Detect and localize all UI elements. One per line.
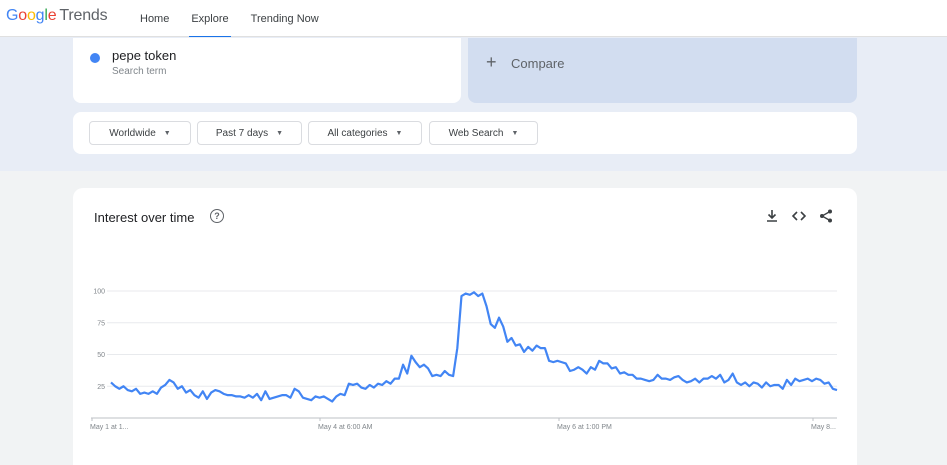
filter-category-label: All categories	[327, 127, 388, 139]
y-tick-label: 50	[97, 352, 105, 359]
search-term-name[interactable]: pepe token	[112, 48, 176, 63]
filter-time-range[interactable]: Past 7 days ▼	[197, 121, 302, 145]
plus-icon: +	[486, 52, 497, 72]
y-tick-label: 25	[97, 384, 105, 391]
filter-search-type[interactable]: Web Search ▼	[429, 121, 538, 145]
caret-down-icon: ▼	[163, 129, 171, 137]
logo-google-text: Google	[6, 7, 57, 24]
x-tick-label: May 6 at 1:00 PM	[557, 424, 612, 431]
x-axis-ticks: May 1 at 1... May 4 at 6:00 AM May 6 at 1:…	[90, 418, 836, 431]
caret-down-icon: ▼	[395, 129, 403, 137]
interest-over-time-card: Interest over time ? 25 50 75 100 May 1 at …	[73, 188, 857, 465]
x-tick-label: May 8...	[811, 424, 836, 431]
filter-category[interactable]: All categories ▼	[308, 121, 422, 145]
filter-bar: Worldwide ▼ Past 7 days ▼ All categories ▼ …	[73, 112, 857, 154]
y-axis-ticks: 25 50 75 100	[93, 289, 105, 391]
top-bar: Google Trends Home Explore Trending Now	[0, 0, 947, 38]
interest-line-chart: 255075100 May 1 at 1... May 4 at 6:00 AM M…	[90, 289, 838, 431]
google-trends-logo[interactable]: Google Trends	[6, 7, 108, 25]
main-nav: Home Explore Trending Now	[130, 0, 331, 38]
filter-time-label: Past 7 days	[215, 127, 269, 139]
interest-series-line	[110, 291, 838, 403]
caret-down-icon: ▼	[276, 129, 284, 137]
logo-trends-text: Trends	[59, 7, 108, 24]
search-term-type: Search term	[112, 66, 167, 77]
search-term-card[interactable]: pepe token Search term	[73, 38, 461, 103]
compare-label: Compare	[511, 56, 565, 71]
x-tick-label: May 1 at 1...	[90, 424, 129, 431]
nav-explore[interactable]: Explore	[181, 0, 238, 38]
x-tick-label: May 4 at 6:00 AM	[318, 424, 373, 431]
compare-button[interactable]: + Compare	[468, 38, 857, 103]
y-tick-label: 100	[93, 289, 105, 296]
filter-location-label: Worldwide	[109, 127, 156, 139]
nav-trending-now[interactable]: Trending Now	[241, 0, 329, 37]
chart-grid	[91, 290, 837, 419]
filter-search-type-label: Web Search	[448, 127, 504, 139]
y-tick-label: 75	[97, 320, 105, 327]
term-color-dot	[90, 53, 100, 63]
caret-down-icon: ▼	[511, 129, 519, 137]
filter-location[interactable]: Worldwide ▼	[89, 121, 191, 145]
nav-home[interactable]: Home	[130, 0, 179, 37]
